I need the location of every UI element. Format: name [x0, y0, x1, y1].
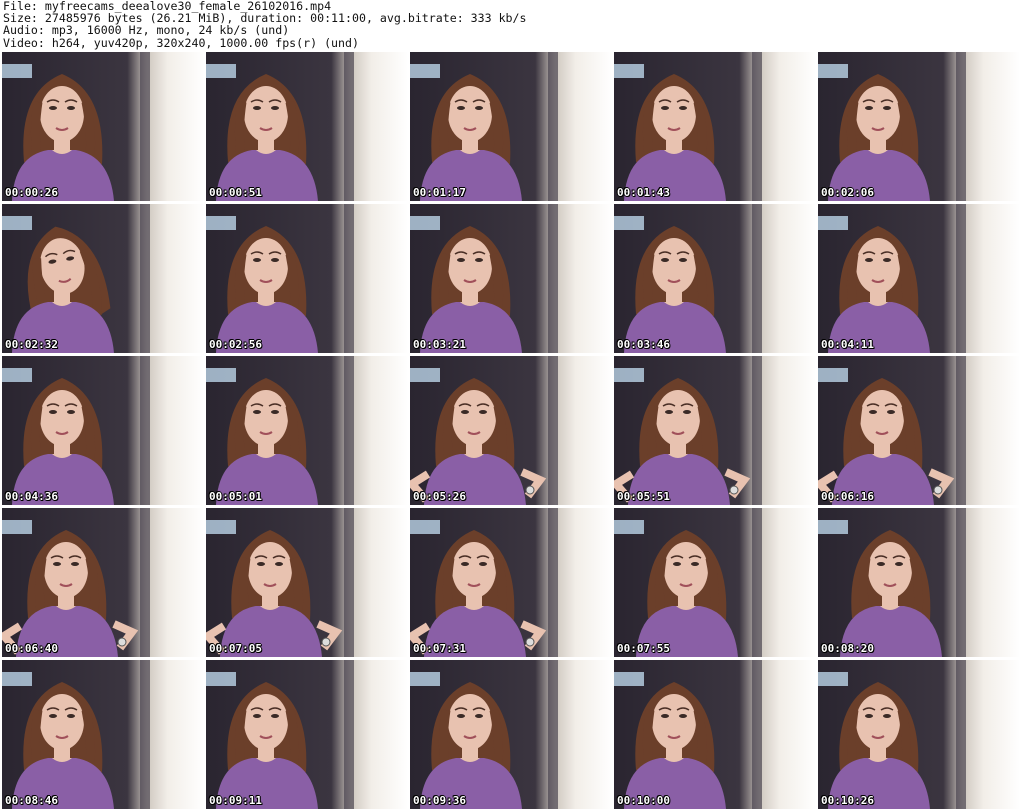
video-frame-thumbnail: 00:04:11: [818, 204, 1020, 353]
frame-timestamp: 00:05:51: [617, 490, 670, 503]
video-frame-thumbnail: 00:10:26: [818, 660, 1020, 809]
video-frame-thumbnail: 00:03:21: [410, 204, 612, 353]
video-frame-thumbnail: 00:02:32: [2, 204, 204, 353]
frame-timestamp: 00:04:36: [5, 490, 58, 503]
video-frame-thumbnail: 00:02:06: [818, 52, 1020, 201]
frame-image: [614, 356, 816, 505]
video-frame-thumbnail: 00:00:26: [2, 52, 204, 201]
frame-timestamp: 00:03:21: [413, 338, 466, 351]
frame-timestamp: 00:08:46: [5, 794, 58, 807]
frame-image: [206, 204, 408, 353]
frame-image: [818, 508, 1020, 657]
frame-image: [2, 660, 204, 809]
frame-image: [410, 508, 612, 657]
frame-image: [206, 52, 408, 201]
video-frame-thumbnail: 00:02:56: [206, 204, 408, 353]
frame-image: [2, 204, 204, 353]
video-frame-thumbnail: 00:04:36: [2, 356, 204, 505]
frame-timestamp: 00:06:16: [821, 490, 874, 503]
frame-timestamp: 00:05:26: [413, 490, 466, 503]
frame-image: [410, 204, 612, 353]
video-frame-thumbnail: 00:07:05: [206, 508, 408, 657]
frame-image: [818, 660, 1020, 809]
frame-image: [410, 356, 612, 505]
frame-image: [2, 52, 204, 201]
audio-info-line: Audio: mp3, 16000 Hz, mono, 24 kb/s (und…: [3, 23, 290, 38]
frame-image: [2, 508, 204, 657]
frame-image: [2, 356, 204, 505]
video-frame-thumbnail: 00:08:20: [818, 508, 1020, 657]
frame-timestamp: 00:02:06: [821, 186, 874, 199]
frame-timestamp: 00:07:31: [413, 642, 466, 655]
video-frame-thumbnail: 00:05:51: [614, 356, 816, 505]
frame-timestamp: 00:09:36: [413, 794, 466, 807]
frame-timestamp: 00:01:17: [413, 186, 466, 199]
frame-image: [410, 52, 612, 201]
video-frame-thumbnail: 00:00:51: [206, 52, 408, 201]
frame-timestamp: 00:03:46: [617, 338, 670, 351]
video-frame-thumbnail: 00:01:17: [410, 52, 612, 201]
frame-timestamp: 00:05:01: [209, 490, 262, 503]
frame-timestamp: 00:04:11: [821, 338, 874, 351]
frame-timestamp: 00:10:26: [821, 794, 874, 807]
video-frame-thumbnail: 00:09:11: [206, 660, 408, 809]
video-frame-thumbnail: 00:01:43: [614, 52, 816, 201]
frame-timestamp: 00:09:11: [209, 794, 262, 807]
video-frame-thumbnail: 00:09:36: [410, 660, 612, 809]
frame-image: [206, 356, 408, 505]
frame-timestamp: 00:10:00: [617, 794, 670, 807]
video-frame-thumbnail: 00:07:55: [614, 508, 816, 657]
frame-image: [614, 52, 816, 201]
frame-image: [206, 660, 408, 809]
frame-timestamp: 00:07:55: [617, 642, 670, 655]
frame-image: [206, 508, 408, 657]
frame-image: [614, 660, 816, 809]
video-frame-thumbnail: 00:03:46: [614, 204, 816, 353]
video-frame-thumbnail: 00:10:00: [614, 660, 816, 809]
thumbnail-grid: 00:00:26 00:00:51 00:01:17 00:01:43 00:02:06…: [0, 50, 1024, 811]
frame-image: [614, 508, 816, 657]
video-frame-thumbnail: 00:08:46: [2, 660, 204, 809]
file-info-header: File: myfreecams_deealove30_female_26102…: [3, 0, 1021, 50]
frame-timestamp: 00:00:51: [209, 186, 262, 199]
frame-timestamp: 00:00:26: [5, 186, 58, 199]
frame-timestamp: 00:07:05: [209, 642, 262, 655]
video-frame-thumbnail: 00:06:16: [818, 356, 1020, 505]
video-frame-thumbnail: 00:06:40: [2, 508, 204, 657]
frame-timestamp: 00:01:43: [617, 186, 670, 199]
video-info-line: Video: h264, yuv420p, 320x240, 1000.00 f…: [3, 35, 359, 50]
frame-timestamp: 00:08:20: [821, 642, 874, 655]
frame-image: [818, 204, 1020, 353]
frame-image: [614, 204, 816, 353]
frame-timestamp: 00:06:40: [5, 642, 58, 655]
frame-image: [818, 356, 1020, 505]
video-frame-thumbnail: 00:05:01: [206, 356, 408, 505]
frame-timestamp: 00:02:56: [209, 338, 262, 351]
frame-image: [410, 660, 612, 809]
video-frame-thumbnail: 00:05:26: [410, 356, 612, 505]
video-frame-thumbnail: 00:07:31: [410, 508, 612, 657]
frame-timestamp: 00:02:32: [5, 338, 58, 351]
frame-image: [818, 52, 1020, 201]
